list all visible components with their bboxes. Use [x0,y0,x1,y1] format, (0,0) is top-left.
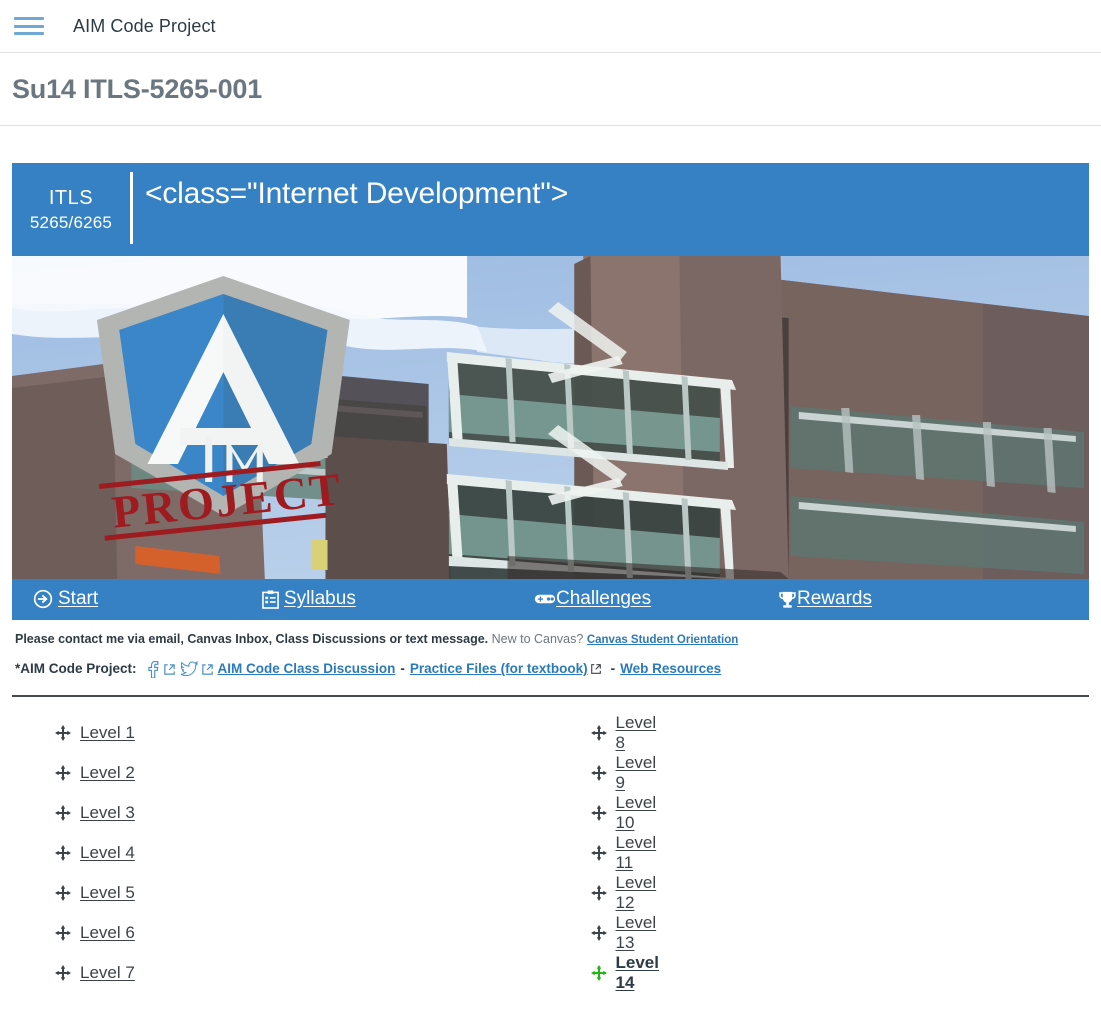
web-resources-link[interactable]: Web Resources [620,659,721,679]
nav-item-start[interactable]: Start [33,588,98,610]
practice-files-link[interactable]: Practice Files (for textbook) [410,659,588,679]
external-link-icon-2[interactable] [201,663,214,676]
move-diamond-icon [590,804,607,821]
facebook-icon[interactable] [145,660,160,678]
nav-slot-rewards: Rewards [778,588,1089,610]
hamburger-icon[interactable] [14,15,44,37]
nav-slot-start: Start [12,588,262,610]
gamepad-icon [534,592,556,606]
nav-item-start-label: Start [58,588,99,610]
page-content: ITLS 5265/6265 <class="Internet Developm… [0,162,1101,993]
nav-item-syllabus-label: Syllabus [284,588,356,610]
notes-section: Please contact me via email, Canvas Inbo… [12,620,1089,679]
level-link[interactable]: Level 12 [616,873,657,913]
page-title: Su14 ITLS-5265-001 [12,74,263,104]
move-diamond-icon [590,724,607,741]
nav-item-rewards[interactable]: Rewards [778,588,872,610]
level-link[interactable]: Level 13 [616,913,657,953]
move-diamond-icon [590,844,607,861]
trophy-icon [778,590,797,609]
levels-section: Level 1 Level 2 Level 3 Level 4 Level 5 … [12,697,1089,993]
course-code-numbers: 5265/6265 [29,213,113,233]
level-link[interactable]: Level 9 [616,753,657,793]
external-link-icon[interactable] [163,663,176,676]
nav-item-syllabus[interactable]: Syllabus [262,588,356,610]
levels-column-right: Level 8 Level 9 Level 10 Level 11 Level … [21,713,659,993]
contact-note-text: Please contact me via email, Canvas Inbo… [15,631,489,646]
move-diamond-icon [590,924,607,941]
link-separator-1: - [400,661,405,677]
app-title: AIM Code Project [73,15,216,36]
course-code-block: ITLS 5265/6265 [12,163,130,256]
canvas-student-orientation-link[interactable]: Canvas Student Orientation [587,634,738,646]
external-link-icon-3[interactable] [590,663,602,675]
contact-note-row: Please contact me via email, Canvas Inbo… [15,630,1086,649]
nav-item-challenges[interactable]: Challenges [534,588,651,610]
move-diamond-icon-current [590,964,607,981]
hero-image: PROJECT [12,255,1089,579]
nav-item-rewards-label: Rewards [797,588,872,610]
course-code-prefix: ITLS [48,187,94,210]
level-link[interactable]: Level 10 [616,793,657,833]
project-links-row: *AIM Code Project: AIM Code Class Discus… [15,659,1086,679]
move-diamond-icon [590,884,607,901]
nav-item-challenges-label: Challenges [556,588,652,610]
twitter-icon[interactable] [180,661,198,677]
hero-illustration: PROJECT [12,255,1089,579]
level-link-current[interactable]: Level 14 [616,953,659,993]
move-diamond-icon [590,764,607,781]
nav-slot-syllabus: Syllabus [262,588,534,610]
new-to-canvas-text: New to Canvas? [491,631,584,646]
arrow-circle-right-icon [33,589,53,609]
global-header: AIM Code Project [0,0,1101,53]
aim-code-class-discussion-link[interactable]: AIM Code Class Discussion [218,659,396,679]
course-nav-bar: Start Syllabus Challenges Rewards [12,578,1089,620]
level-link[interactable]: Level 11 [616,833,657,873]
nav-slot-challenges: Challenges [534,588,778,610]
course-banner-title: <class="Internet Development"> [145,176,569,210]
course-banner: ITLS 5265/6265 <class="Internet Developm… [12,162,1089,256]
page-title-bar: Su14 ITLS-5265-001 [0,53,1101,126]
link-separator-2: - [610,661,616,677]
project-links-label: *AIM Code Project: [15,661,137,677]
clipboard-icon [262,590,279,609]
level-link[interactable]: Level 8 [616,713,657,753]
